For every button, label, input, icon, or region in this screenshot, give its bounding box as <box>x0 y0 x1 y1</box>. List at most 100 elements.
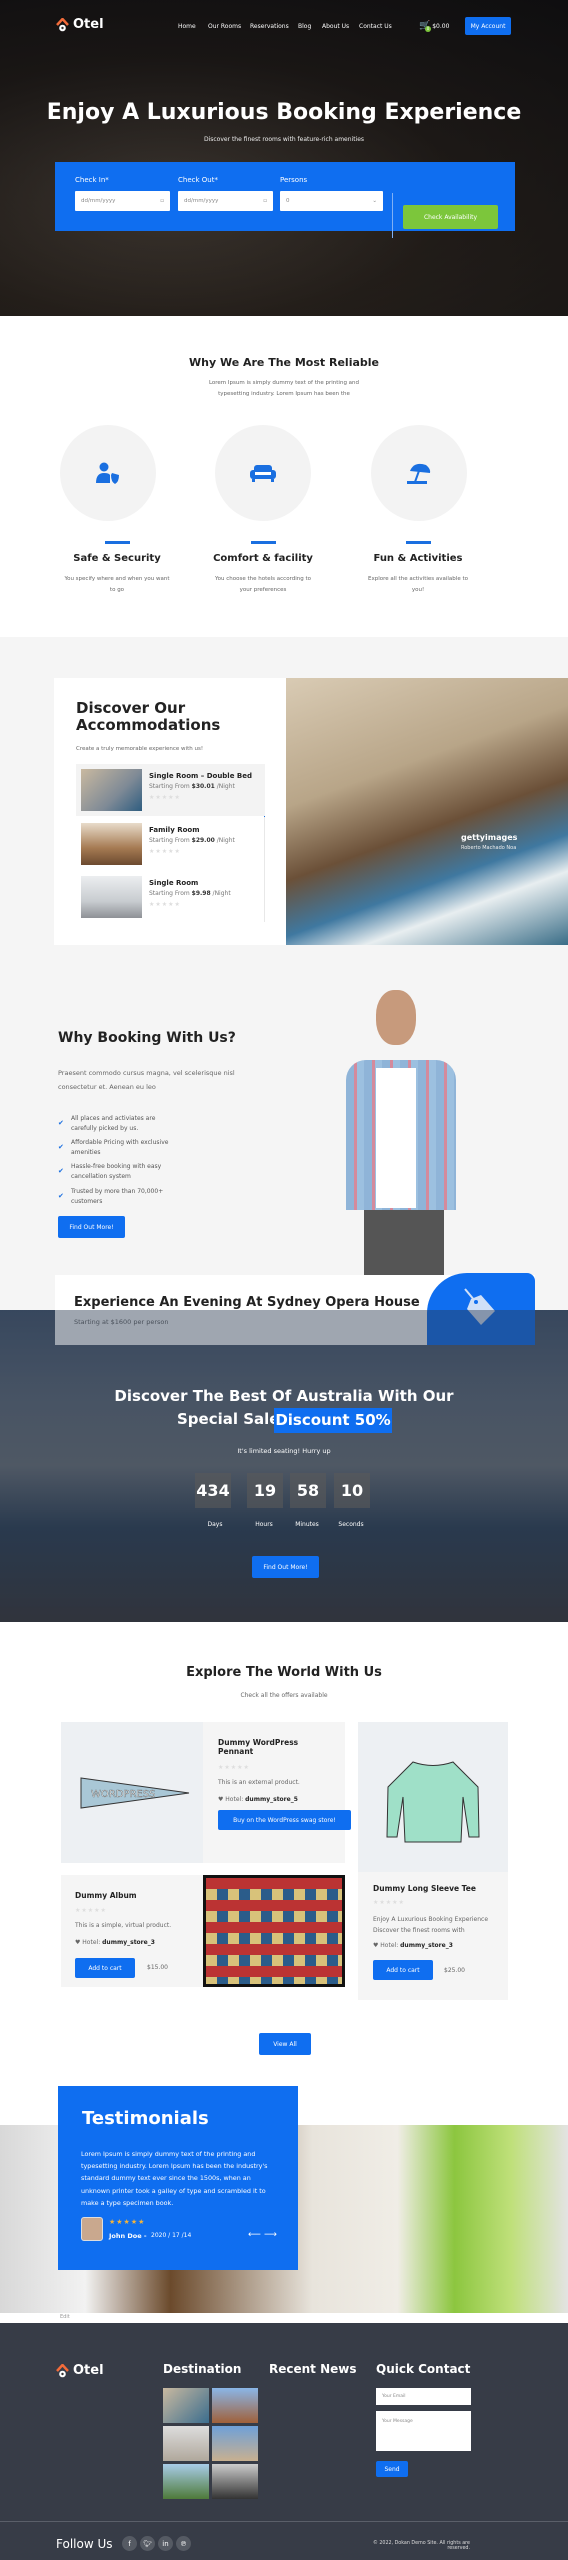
user-shield-icon <box>96 462 119 484</box>
sale-note: It's limited seating! Hurry up <box>237 1447 331 1455</box>
feature-bar <box>406 541 431 544</box>
room-price: Starting From $9.98 /Night <box>149 890 231 897</box>
countdown-seconds: 10 <box>334 1473 370 1508</box>
nav-blog[interactable]: Blog <box>298 23 311 30</box>
pinterest-icon[interactable]: ℗ <box>176 2536 191 2551</box>
product-desc: This is an external product. <box>218 1779 300 1786</box>
room-item[interactable]: Single Room – Double Bed Starting From $3… <box>76 764 265 816</box>
feature-circle <box>60 425 156 521</box>
countdown-hours: 19 <box>247 1473 283 1508</box>
countdown-label: Seconds <box>338 1521 364 1528</box>
check-availability-button[interactable]: Check Availability <box>403 205 498 229</box>
add-to-cart-button[interactable]: Add to cart <box>373 1960 433 1980</box>
why-title: Why Booking With Us? <box>58 1030 236 1046</box>
cart[interactable]: 🛒 0 $0.00 <box>419 21 450 32</box>
product-card[interactable]: Dummy Long Sleeve Tee ★★★★★ Enjoy A Luxu… <box>358 1722 508 2000</box>
add-to-cart-button[interactable]: Add to cart <box>75 1958 135 1978</box>
destination-photo[interactable] <box>163 2388 209 2423</box>
room-item[interactable]: Single Room Starting From $9.98 /Night ★★★… <box>76 871 265 923</box>
cart-total: $0.00 <box>432 22 450 30</box>
nav-home[interactable]: Home <box>178 23 196 30</box>
countdown-label: Days <box>207 1521 223 1528</box>
persons-select[interactable]: 0 ⌄ <box>280 191 383 211</box>
arrow-right-icon[interactable]: ⟶ <box>264 2230 277 2240</box>
nav-reservations[interactable]: Reservations <box>250 23 289 30</box>
sale-title-2: Special Sale <box>177 1410 280 1428</box>
persons-value: 0 <box>286 198 290 204</box>
feature-bar <box>251 541 276 544</box>
feature-bar <box>105 541 130 544</box>
send-button[interactable]: Send <box>376 2461 408 2477</box>
room-name: Single Room – Double Bed <box>149 772 252 780</box>
destination-photo[interactable] <box>212 2426 258 2461</box>
photo-watermark: gettyimages <box>461 833 518 842</box>
checkout-input[interactable]: dd/mm/yyyy ▫ <box>178 191 273 211</box>
countdown-days: 434 <box>195 1473 231 1508</box>
product-price: $15.00 <box>147 1964 168 1971</box>
rating-stars: ★★★★★ <box>373 1899 405 1906</box>
check-icon: ✔ <box>58 1167 64 1175</box>
check-icon: ✔ <box>58 1119 64 1127</box>
logo[interactable]: Otel <box>56 17 104 32</box>
nav-our-rooms[interactable]: Our Rooms <box>208 23 241 30</box>
room-thumbnail <box>81 876 142 918</box>
product-price: $25.00 <box>444 1967 465 1974</box>
buy-external-button[interactable]: Buy on the WordPress swag store! <box>218 1810 351 1830</box>
beach-umbrella-icon <box>407 463 431 484</box>
divider <box>392 193 393 238</box>
room-item[interactable]: Family Room Starting From $29.00 /Night ★★… <box>76 818 265 870</box>
explore-title: Explore The World With Us <box>186 1665 382 1680</box>
view-all-button[interactable]: View All <box>259 2033 311 2055</box>
countdown-minutes: 58 <box>290 1473 326 1508</box>
product-card[interactable]: Dummy Album ★★★★★ This is a simple, virt… <box>61 1875 345 1987</box>
experience-title: Experience An Evening At Sydney Opera Ho… <box>74 1295 420 1310</box>
product-name[interactable]: Dummy WordPress Pennant <box>218 1738 308 1756</box>
testimonials-title: Testimonials <box>82 2108 209 2129</box>
product-name[interactable]: Dummy Album <box>75 1891 137 1900</box>
my-account-button[interactable]: My Account <box>465 17 511 35</box>
linkedin-icon[interactable]: in <box>158 2536 173 2551</box>
edit-link[interactable]: Edit <box>60 2314 70 2320</box>
nav-contact-us[interactable]: Contact Us <box>359 23 392 30</box>
feature-circle <box>215 425 311 521</box>
svg-text:WORDPRESS: WORDPRESS <box>91 1789 155 1800</box>
message-field[interactable]: Your Message <box>376 2411 471 2451</box>
nav-about-us[interactable]: About Us <box>322 23 349 30</box>
hero-section <box>0 0 568 316</box>
hero-title: Enjoy A Luxurious Booking Experience <box>46 100 522 125</box>
footer <box>0 2323 568 2560</box>
sale-find-out-more-button[interactable]: Find Out More! <box>252 1556 319 1578</box>
product-desc: This is a simple, virtual product. <box>75 1922 172 1929</box>
destination-photo[interactable] <box>163 2464 209 2499</box>
check-icon: ✔ <box>58 1143 64 1151</box>
product-name[interactable]: Dummy Long Sleeve Tee <box>373 1884 476 1893</box>
photo-credit: Roberto Machado Noa <box>461 845 517 851</box>
destination-photo[interactable] <box>163 2426 209 2461</box>
check-icon: ✔ <box>58 1192 64 1200</box>
calendar-icon: ▫ <box>160 198 164 204</box>
destination-photo[interactable] <box>212 2388 258 2423</box>
arrow-left-icon[interactable]: ⟵ <box>248 2230 261 2240</box>
check-item: ✔ Affordable Pricing with exclusive ameni… <box>58 1139 169 1156</box>
checkout-placeholder: dd/mm/yyyy <box>184 198 219 204</box>
cart-count: 0 <box>425 26 431 32</box>
countdown-label: Hours <box>255 1521 273 1528</box>
email-field[interactable]: Your Email <box>376 2388 471 2405</box>
facebook-icon[interactable]: f <box>122 2536 137 2551</box>
explore-subtitle: Check all the offers available <box>240 1692 328 1699</box>
product-hotel: ♥ Hotel: dummy_store_3 <box>75 1939 155 1946</box>
house-icon <box>56 2363 69 2377</box>
product-card[interactable]: WORDPRESS Dummy WordPress Pennant ★★★★★ … <box>61 1722 351 1863</box>
find-out-more-button[interactable]: Find Out More! <box>58 1216 125 1238</box>
checkin-input[interactable]: dd/mm/yyyy ▫ <box>75 191 170 211</box>
check-item: ✔ Hassle-free booking with easy cancellat… <box>58 1163 162 1180</box>
discount-badge: Discount 50% <box>274 1408 392 1433</box>
chevron-down-icon: ⌄ <box>372 198 377 204</box>
destination-photo[interactable] <box>212 2464 258 2499</box>
persons-label: Persons <box>280 176 308 184</box>
footer-logo[interactable]: Otel <box>56 2363 104 2378</box>
twitter-icon[interactable]: 🐦︎ <box>140 2536 155 2551</box>
room-name: Single Room <box>149 879 199 887</box>
feature-text: Explore all the activities available to … <box>368 576 468 593</box>
check-item: ✔ All places and activiates are carefully… <box>58 1115 156 1132</box>
